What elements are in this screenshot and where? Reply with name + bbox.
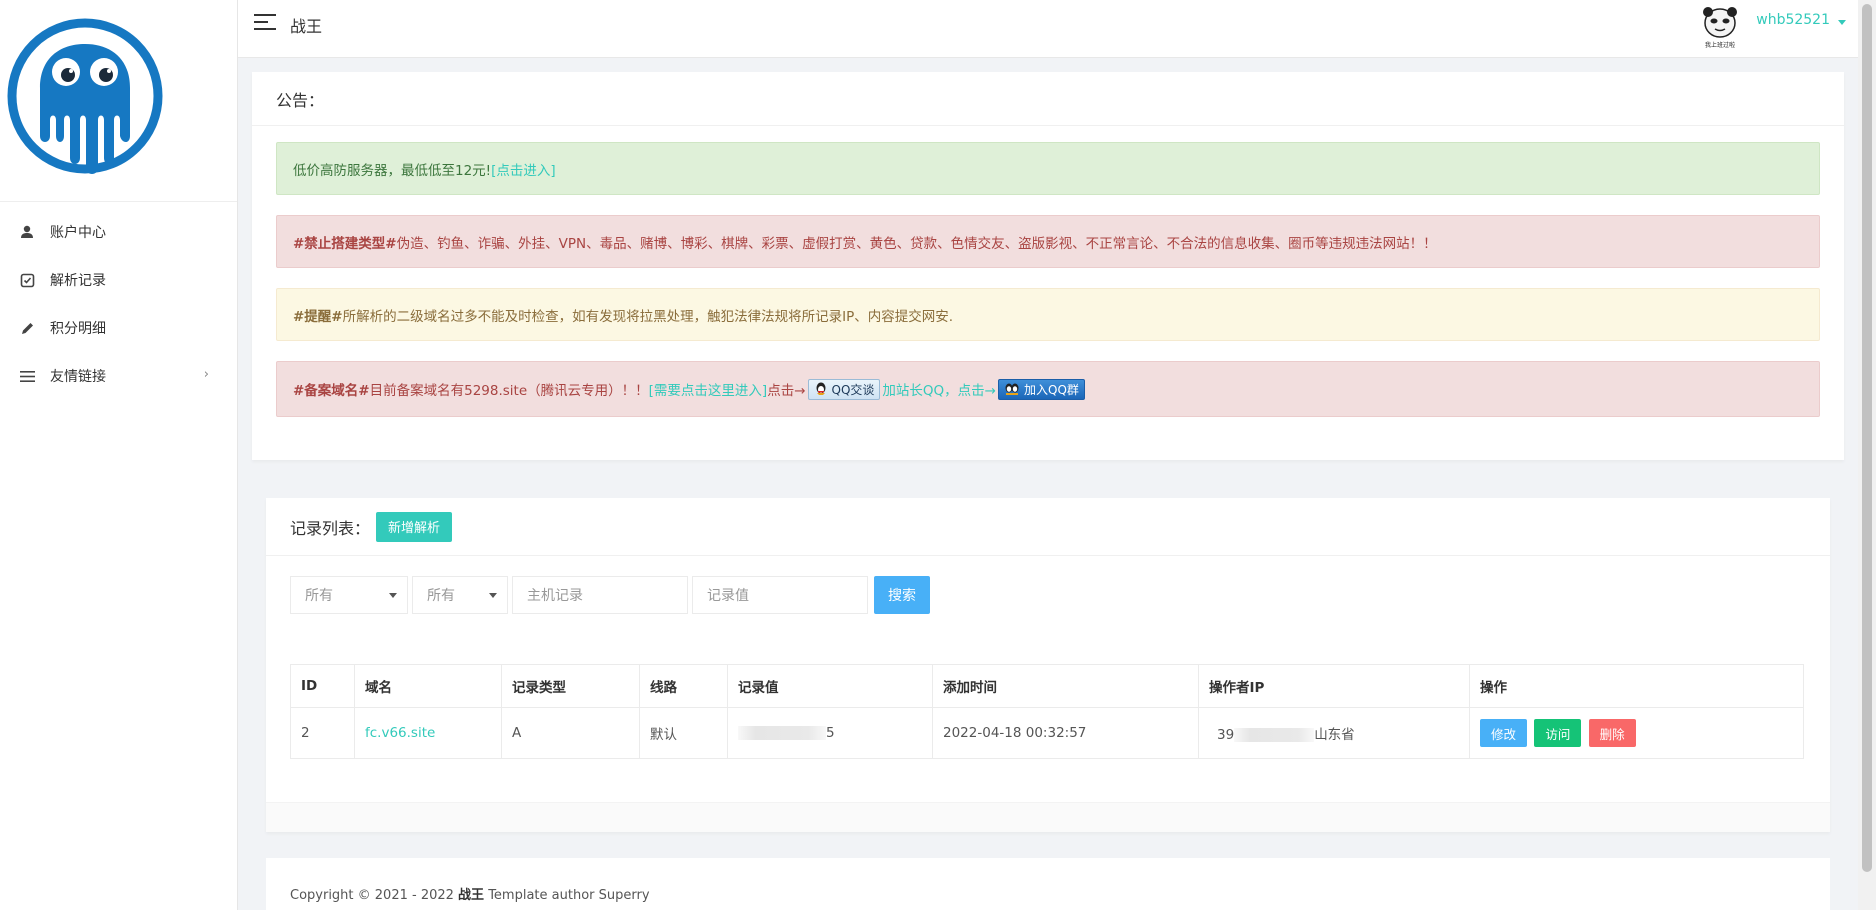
page-scrollbar[interactable] — [1858, 0, 1876, 910]
cell-line: 默认 — [639, 707, 728, 759]
alert-registered-domain: #备案域名# 目前备案域名有5298.site（腾讯云专用）！！ [需要点击这里… — [276, 361, 1820, 417]
add-record-button[interactable]: 新增解析 — [376, 511, 453, 542]
pagination-area — [266, 802, 1830, 832]
host-record-input[interactable]: 主机记录 — [512, 576, 688, 614]
sidebar-item-records[interactable]: 解析记录 — [0, 256, 237, 304]
cell-ip: 39 山东省 — [1198, 707, 1470, 759]
record-value-input[interactable]: 记录值 — [692, 576, 868, 614]
blurred-ip — [1234, 728, 1315, 742]
domain-link[interactable]: fc.v66.site — [365, 725, 435, 741]
select-value: 所有 — [427, 588, 455, 604]
alert-forbidden: #禁止搭建类型# 伪造、钓鱼、诈骗、外挂、VPN、毒品、赌博、博彩、棋牌、彩票、… — [276, 215, 1820, 268]
username-dropdown[interactable]: whb52521 — [1756, 12, 1830, 28]
logo-area — [0, 0, 237, 202]
alert-reminder-tag: #提醒# — [293, 308, 343, 325]
scrollbar-thumb[interactable] — [1862, 4, 1872, 872]
qq-penguin-icon — [816, 382, 826, 395]
cell-actions: 修改 访问 删除 — [1469, 707, 1804, 759]
qq-group-button[interactable]: 加入QQ群 — [998, 378, 1085, 400]
value-suffix: 5 — [826, 725, 835, 741]
site-title: 战王 — [290, 17, 323, 36]
filters-bar: 所有 所有 主机记录 记录值 搜索 — [290, 576, 930, 614]
column-header-ip: 操作者IP — [1198, 664, 1470, 708]
alert-promo-text: 低价高防服务器，最低低至12元! — [293, 162, 492, 179]
pencil-icon — [18, 319, 36, 337]
column-header-added: 添加时间 — [932, 664, 1199, 708]
alert-promo-link[interactable]: [点击进入] — [491, 159, 556, 179]
alert-reminder-text: 所解析的二级域名过多不能及时检查，如有发现将拉黑处理，触犯法律法规将所记录IP、… — [342, 308, 954, 325]
domain-filter-select[interactable]: 所有 — [290, 576, 408, 614]
cell-domain: fc.v66.site — [354, 707, 502, 759]
alert-forbidden-tag: #禁止搭建类型# — [293, 235, 397, 252]
column-header-line: 线路 — [639, 664, 728, 708]
edit-button[interactable]: 修改 — [1480, 719, 1528, 747]
alert-domain-text: 目前备案域名有5298.site（腾讯云专用）！！ — [369, 383, 649, 399]
chevron-right-icon: › — [203, 367, 209, 382]
note-icon — [18, 271, 36, 289]
blurred-value — [738, 726, 826, 740]
footer-suffix: Template author Superry — [484, 888, 650, 903]
delete-button[interactable]: 删除 — [1588, 719, 1636, 747]
qq-group-label: 加入QQ群 — [1024, 382, 1079, 397]
column-header-value: 记录值 — [727, 664, 933, 708]
table-row: 2 fc.v66.site A 默认 5 2022-04-18 00:32:57… — [290, 707, 1804, 759]
octopus-logo-icon[interactable] — [6, 18, 164, 174]
sidebar-item-label: 解析记录 — [50, 273, 106, 289]
sidebar-item-links[interactable]: 友情链接 › — [0, 352, 237, 400]
cell-id: 2 — [290, 707, 355, 759]
alert-domain-link[interactable]: [需要点击这里进入] — [649, 379, 768, 399]
cell-added: 2022-04-18 00:32:57 — [932, 707, 1199, 759]
sidebar-nav: 账户中心 解析记录 积分明细 友情链接 › — [0, 202, 237, 400]
sidebar-item-label: 账户中心 — [50, 225, 106, 241]
notice-card: 公告： 低价高防服务器，最低低至12元! [点击进入] #禁止搭建类型# 伪造、… — [252, 72, 1844, 460]
record-value-placeholder: 记录值 — [707, 588, 749, 604]
topbar: 战王 我上班过啦 whb52521 — [238, 0, 1858, 58]
ip-prefix: 39 — [1217, 727, 1235, 743]
select-value: 所有 — [305, 588, 333, 604]
cell-value: 5 — [727, 707, 933, 759]
footer-brand: 战王 — [458, 888, 485, 903]
sidebar-item-account[interactable]: 账户中心 — [0, 208, 237, 256]
qq-chat-button[interactable]: QQ交谈 — [807, 378, 881, 400]
records-table: ID 域名 记录类型 线路 记录值 添加时间 操作者IP 操作 2 fc.v66… — [290, 664, 1804, 759]
search-button[interactable]: 搜索 — [874, 576, 930, 614]
records-header: 记录列表： 新增解析 — [266, 498, 1830, 556]
avatar-caption: 我上班过啦 — [1705, 41, 1735, 49]
sidebar-item-points[interactable]: 积分明细 — [0, 304, 237, 352]
notice-title: 公告： — [252, 72, 1844, 126]
alert-domain-tag: #备案域名# — [293, 383, 370, 399]
column-header-id: ID — [290, 664, 355, 708]
column-header-domain: 域名 — [354, 664, 502, 708]
alert-promo: 低价高防服务器，最低低至12元! [点击进入] — [276, 142, 1820, 195]
avatar[interactable]: 我上班过啦 — [1696, 3, 1744, 49]
column-header-actions: 操作 — [1469, 664, 1804, 708]
records-title: 记录列表： — [290, 518, 371, 538]
type-filter-select[interactable]: 所有 — [412, 576, 508, 614]
host-record-placeholder: 主机记录 — [527, 588, 583, 604]
chevron-down-icon — [489, 593, 497, 598]
records-card: 记录列表： 新增解析 所有 所有 主机记录 记录值 搜索 ID 域名 记录类型 … — [266, 498, 1830, 832]
footer-prefix: Copyright © 2021 - 2022 — [290, 888, 459, 903]
sidebar-item-label: 积分明细 — [50, 321, 106, 337]
visit-button[interactable]: 访问 — [1534, 719, 1582, 747]
list-icon — [18, 367, 36, 385]
alert-domain-click-text: 点击→ — [767, 383, 806, 399]
qq-chat-label: QQ交谈 — [831, 382, 875, 397]
alert-add-qq-link[interactable]: 加站长QQ，点击→ — [882, 379, 996, 399]
caret-down-icon[interactable] — [1838, 20, 1846, 25]
sidebar: 账户中心 解析记录 积分明细 友情链接 › — [0, 0, 238, 910]
user-icon — [18, 223, 36, 241]
sidebar-item-label: 友情链接 — [50, 369, 106, 385]
alert-forbidden-text: 伪造、钓鱼、诈骗、外挂、VPN、毒品、赌博、博彩、棋牌、彩票、虚假打赏、黄色、贷… — [396, 235, 1437, 252]
cell-type: A — [501, 707, 640, 759]
column-header-type: 记录类型 — [501, 664, 640, 708]
chevron-down-icon — [389, 593, 397, 598]
qq-group-icon — [1005, 383, 1019, 395]
table-header-row: ID 域名 记录类型 线路 记录值 添加时间 操作者IP 操作 — [290, 664, 1804, 708]
hamburger-menu-icon[interactable] — [254, 14, 276, 32]
page-footer: Copyright © 2021 - 2022 战王 Template auth… — [266, 858, 1830, 910]
ip-location: 山东省 — [1314, 727, 1355, 743]
alert-reminder: #提醒# 所解析的二级域名过多不能及时检查，如有发现将拉黑处理，触犯法律法规将所… — [276, 288, 1820, 341]
